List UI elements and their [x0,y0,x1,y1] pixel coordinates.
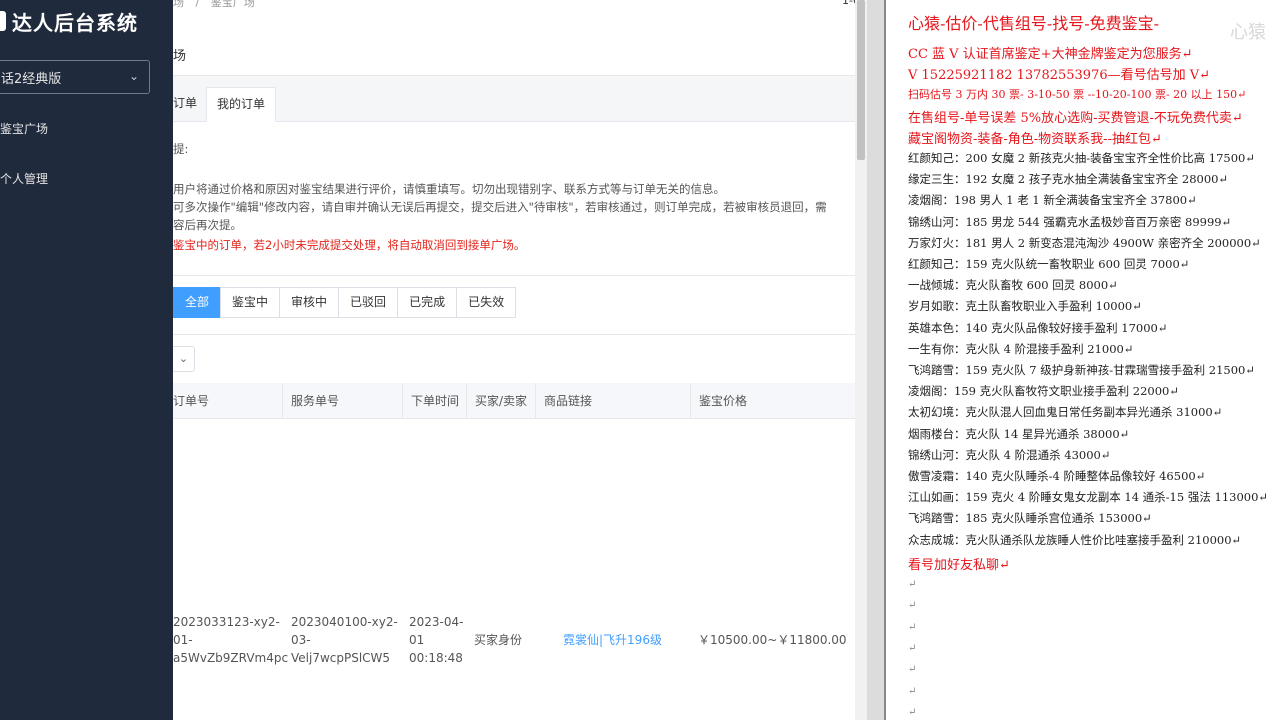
version-select[interactable]: 话2经典版 ⌄ [0,60,150,94]
cell-price: ￥10500.00~￥11800.00 [698,633,847,647]
filter-appraising[interactable]: 鉴宝中 [220,287,281,318]
sidebar-item-label: 个人管理 [0,172,49,186]
sidebar-item-appraisal-square[interactable]: 鉴宝广场 [0,117,173,141]
paragraph-mark: ↵ [908,642,917,654]
cell-order-no: a5WvZb9ZRVm4pc [173,651,289,665]
page-title: 场 [173,49,187,64]
sidebar: 达人后台系统 话2经典版 ⌄ 鉴宝广场 个人管理 [0,0,173,720]
listing-item: 红颜知己：159 克火队统一畜牧职业 600 回灵 7000↵ [908,257,1190,271]
cell-service-no: Velj7wcpPSlCW5 [291,651,391,665]
listing-item: 一生有你：克火队 4 阶混接手盈利 21000↵ [908,341,1134,356]
ad-header-line: CC 蓝 V 认证首席鉴定+大神金牌鉴定为您服务↵ [908,47,1193,62]
ad-header-line: 在售组号-单号误差 5%放心选购-买费管退-不玩免费代卖↵ [908,111,1243,126]
listing-item: 一战倾城：克火队畜牧 600 回灵 8000↵ [908,278,1118,293]
sidebar-item-personal-management[interactable]: 个人管理 [0,167,173,191]
listing-item: 江山如画：159 克火 4 阶睡女鬼女龙副本 14 通杀-15 强法 11300… [908,490,1269,505]
notice-label: 提: [173,142,189,156]
breadcrumb-item[interactable]: 场 [173,0,184,9]
main-scrollbar[interactable] [855,0,867,720]
listing-item: 太初幻境：克火队混人回血鬼日常任务副本异光通杀 31000↵ [908,405,1223,420]
cell-order-no: 2023033123-xy2- [173,615,280,629]
app-title: 达人后台系统 [12,10,138,35]
listing-item: 缘定三生：192 女魔 2 孩子克水抽全满装备宝宝齐全 28000↵ [908,172,1229,187]
ad-header-line: V 15225921182 13782553976—看号估号加 V↵ [908,68,1211,83]
chevron-down-icon: ⌄ [178,352,189,365]
divider [173,275,867,276]
listing-item: 飞鸿踏雪：185 克火队睡杀宫位通杀 153000↵ [908,511,1152,526]
logo-icon [0,11,6,31]
tab-my-orders[interactable]: 我的订单 [206,87,277,122]
page-size-select[interactable]: ⌄ [173,346,195,372]
tab-label: 我的订单 [217,97,266,111]
filter-reviewing[interactable]: 审核中 [279,287,340,318]
notice-line: 用户将通过价格和原因对鉴宝结果进行评价，请慎重填写。切勿出现错别字、联系方式等与… [173,182,725,196]
breadcrumb-separator: / [195,0,200,9]
cell-order-time: 00:18:48 [409,651,463,665]
column-header-service-no: 服务单号 [283,383,403,419]
listing-item: 英雄本色：140 克火队品像较好接手盈利 17000↵ [908,320,1168,335]
notice-line: 可多次操作"编辑"修改内容，请自审并确认无误后再提交，提交后进入"待审核"，若审… [173,200,827,214]
listing-item: 锦绣山河：克火队 4 阶混通杀 43000↵ [908,447,1111,462]
breadcrumb: 场 / 鉴宝广场 [173,0,263,10]
ad-header-line: 藏宝阁物资-装备-角色-物资联系我--抽红包↵ [908,132,1162,147]
breadcrumb-item[interactable]: 鉴宝广场 [211,0,255,9]
filter-completed[interactable]: 已完成 [397,287,458,318]
cell-order-time: 01 [409,633,425,647]
ad-title: 心猿-估价-代售组号-找号-免费鉴宝- [908,14,1160,33]
divider [173,334,867,335]
status-filter-bar: 全部 鉴宝中 审核中 已驳回 已完成 已失效 [173,287,517,318]
listing-item: 众志成城：克火队通杀队龙族睡人性价比哇塞接手盈利 210000↵ [908,532,1242,547]
paragraph-mark: ↵ [908,685,917,697]
filter-rejected[interactable]: 已驳回 [338,287,399,318]
paragraph-mark: ↵ [908,706,917,718]
listing-item: 锦绣山河：185 男龙 544 强霸克水孟极妙音百万亲密 89999↵ [908,214,1232,229]
cell-order-no: 01- [173,633,193,647]
column-header-product-link: 商品链接 [536,383,691,419]
listing-item: 飞鸿踏雪：159 克火队 7 级护身新神孩-甘霖瑞雪接手盈利 21500↵ [908,363,1255,377]
watermark: 心猿 [1230,22,1266,43]
paragraph-mark: ↵ [908,664,917,676]
version-select-value: 话2经典版 [1,71,62,87]
document-panel: 心猿 心猿-估价-代售组号-找号-免费鉴宝- CC 蓝 V 认证首席鉴定+大神金… [884,0,1280,720]
app-logo: 达人后台系统 [0,6,173,36]
listing-item: 岁月如歌：克土队畜牧职业入手盈利 10000↵ [908,299,1142,314]
notice-line-warning: 鉴宝中的订单，若2小时未完成提交处理，将自动取消回到接单广场。 [173,238,526,252]
listing-item: 烟雨楼台：克火队 14 星异光通杀 38000↵ [908,426,1130,441]
column-header-buyer-seller: 买家/卖家 [467,383,536,419]
sidebar-item-label: 鉴宝广场 [0,122,49,136]
scrollbar-thumb[interactable] [857,0,865,160]
listing-item: 凌烟阁：159 克火队畜牧符文职业接手盈利 22000↵ [908,384,1179,399]
paragraph-mark: ↵ [908,600,917,612]
column-header-price: 鉴宝价格 [691,383,856,419]
tab-label: 订单 [173,96,198,110]
cell-order-time: 2023-04- [409,615,464,629]
cell-service-no: 2023040100-xy2- [291,615,398,629]
listing-item: 凌烟阁：198 男人 1 老 1 新全满装备宝宝齐全 37800↵ [908,193,1197,208]
paragraph-mark: ↵ [908,621,917,633]
main-content: 场 / 鉴宝广场 1-05 场 订单 我的订单 提: 用户将通过价格和原因对鉴宝… [173,0,867,720]
ad-footer: 看号加好友私聊↵ [908,558,1010,573]
listing-item: 万家灯火：181 男人 2 新变态混沌淘沙 4900W 亲密齐全 200000↵ [908,235,1261,250]
tab-bar: 订单 我的订单 [173,76,867,122]
filter-expired[interactable]: 已失效 [456,287,517,318]
column-header-order-time: 下单时间 [403,383,467,419]
cell-buyer-seller: 买家身份 [474,633,523,647]
notice-line: 容后再次提。 [173,218,242,232]
tab-orders[interactable]: 订单 [173,87,207,122]
sub-header: 场 / 鉴宝广场 1-05 场 [173,0,867,76]
chevron-down-icon: ⌄ [128,69,139,83]
paragraph-mark: ↵ [908,579,917,590]
ad-header-line: 扫码估号 3 万内 30 票- 3-10-50 票 --10-20-100 票-… [908,88,1247,101]
panel-gap [867,0,884,720]
table-header: 订单号 服务单号 下单时间 买家/卖家 商品链接 鉴宝价格 记 [173,383,867,419]
cell-service-no: 03- [291,633,311,647]
column-header-order-no: 订单号 [173,383,283,419]
listing-item: 红颜知己：200 女魔 2 新孩克火抽-装备宝宝齐全性价比高 17500↵ [908,151,1255,165]
listing-item: 傲雪凌霜：140 克火队睡杀-4 阶睡整体品像较好 46500↵ [908,469,1206,483]
filter-all[interactable]: 全部 [173,287,222,318]
product-link[interactable]: 霓裳仙|飞升196级 [563,631,662,649]
